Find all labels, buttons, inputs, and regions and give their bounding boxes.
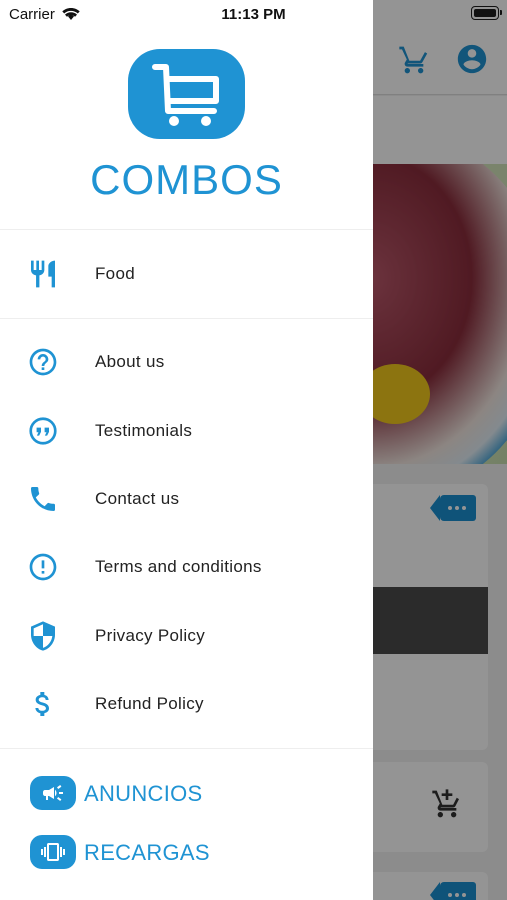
phone-icon bbox=[31, 487, 55, 511]
promo-anuncios[interactable]: ANUNCIOS bbox=[30, 776, 330, 812]
divider bbox=[0, 748, 373, 749]
menu-item-label: Terms and conditions bbox=[95, 557, 262, 576]
menu-item-label: Refund Policy bbox=[95, 694, 204, 713]
menu-item-label: About us bbox=[95, 352, 165, 371]
phone-recharge-icon bbox=[30, 835, 76, 869]
menu-item-label: Privacy Policy bbox=[95, 626, 206, 645]
clock: 11:13 PM bbox=[221, 6, 286, 23]
quote-circle-icon bbox=[29, 417, 57, 445]
menu-item-terms-and-conditions[interactable]: Terms and conditions bbox=[0, 537, 373, 597]
shopping-cart-icon bbox=[128, 49, 245, 139]
divider bbox=[0, 229, 373, 230]
battery-icon bbox=[471, 6, 502, 20]
fork-knife-icon bbox=[31, 260, 55, 288]
navigation-drawer: COMBOS Food About us Testimonials Contac… bbox=[0, 0, 373, 900]
promo-label: ANUNCIOS bbox=[84, 781, 203, 806]
shield-icon bbox=[31, 621, 55, 651]
promo-recargas[interactable]: RECARGAS bbox=[30, 835, 330, 871]
menu-item-refund-policy[interactable]: Refund Policy bbox=[0, 674, 373, 734]
menu-item-label: Food bbox=[95, 264, 135, 283]
menu-item-label: Contact us bbox=[95, 489, 180, 508]
menu-item-privacy-policy[interactable]: Privacy Policy bbox=[0, 606, 373, 666]
menu-item-food[interactable]: Food bbox=[0, 244, 373, 304]
menu-item-contact-us[interactable]: Contact us bbox=[0, 469, 373, 529]
brand-name: COMBOS bbox=[90, 156, 283, 203]
menu-item-testimonials[interactable]: Testimonials bbox=[0, 401, 373, 461]
status-bar: Carrier 11:13 PM bbox=[0, 0, 507, 30]
promo-label: RECARGAS bbox=[84, 840, 210, 865]
menu-item-label: Testimonials bbox=[95, 421, 193, 440]
dollar-icon bbox=[35, 692, 49, 716]
divider bbox=[0, 318, 373, 319]
menu-item-about-us[interactable]: About us bbox=[0, 332, 373, 392]
exclamation-circle-icon bbox=[29, 553, 57, 581]
megaphone-icon bbox=[30, 776, 76, 810]
question-circle-icon bbox=[29, 348, 57, 376]
